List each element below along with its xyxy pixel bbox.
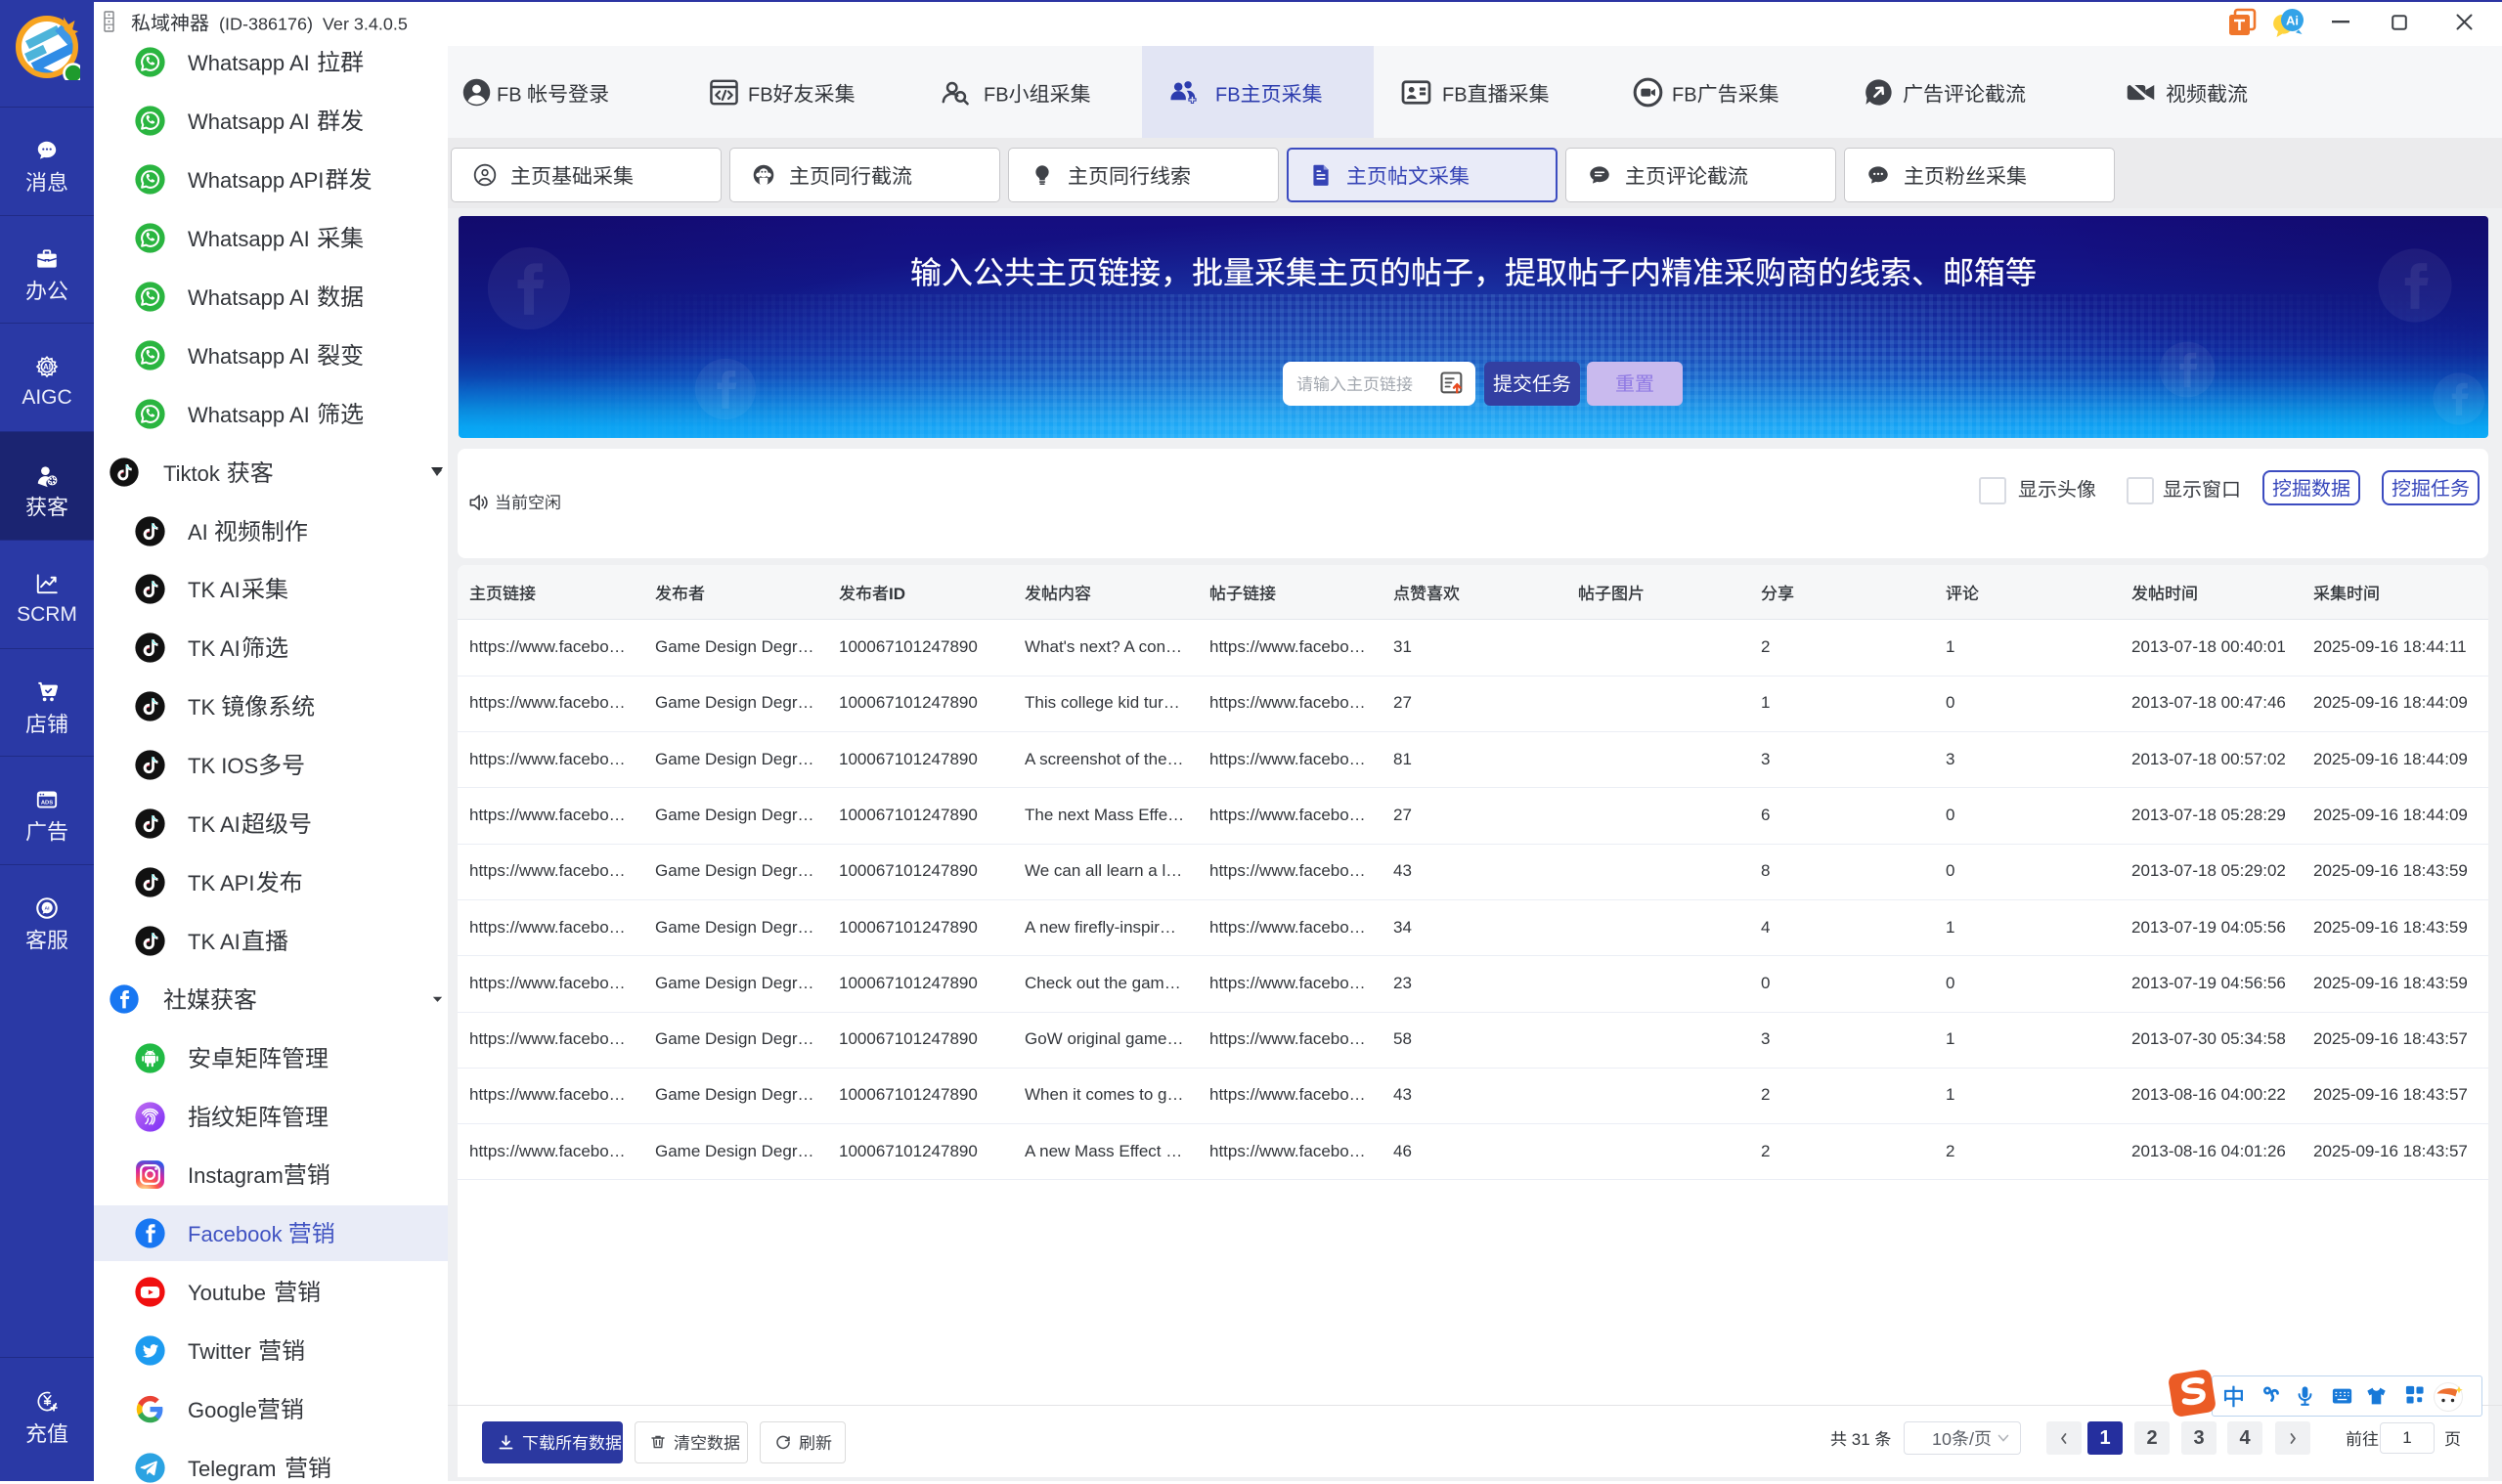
svg-text:(ID-386176) Ver 3.4.0.5: (ID-386176) Ver 3.4.0.5 [209,15,408,34]
svg-text:Tiktok: Tiktok [163,461,226,486]
svg-text:31: 31 [1847,1429,1874,1448]
svg-text:AI: AI [43,363,51,371]
svg-text:FB: FB [497,84,527,106]
svg-text:Instagram: Instagram [188,1164,284,1189]
svg-text:ADS: ADS [41,801,53,807]
svg-text:Whatsapp AI: Whatsapp AI [188,51,316,75]
svg-text:Facebook: Facebook [188,1222,288,1246]
svg-text:Whatsapp API: Whatsapp API [188,168,324,193]
svg-text:10: 10 [1932,1429,1952,1449]
svg-text:TK IOS: TK IOS [188,754,258,778]
svg-text:FB: FB [1672,84,1697,106]
svg-text:Google: Google [188,1398,257,1422]
svg-text:TK AI: TK AI [188,579,241,603]
svg-text:Youtube: Youtube [188,1281,272,1305]
svg-text:Twitter: Twitter [188,1339,257,1364]
svg-text:AI: AI [188,520,214,545]
svg-text:Ai: Ai [2286,14,2299,28]
svg-text:TK AI: TK AI [188,812,241,837]
svg-text:TK AI: TK AI [188,930,241,954]
svg-text:Whatsapp AI: Whatsapp AI [188,227,316,251]
svg-text:ID: ID [889,584,905,602]
svg-text:TK: TK [188,695,221,720]
svg-text:Whatsapp AI: Whatsapp AI [188,285,316,310]
svg-text:FB: FB [1215,84,1241,106]
svg-text:Whatsapp AI: Whatsapp AI [188,403,316,427]
svg-text:Whatsapp AI: Whatsapp AI [188,344,316,369]
svg-text:/: / [1969,1429,1974,1449]
svg-text:Telegram: Telegram [188,1457,283,1481]
svg-text:FB: FB [748,84,773,106]
svg-text:TK AI: TK AI [188,636,241,661]
svg-text:AI: AI [45,905,51,911]
svg-text:TK API: TK API [188,871,254,895]
svg-text:FB: FB [984,84,1009,106]
svg-text:Whatsapp AI: Whatsapp AI [188,109,316,134]
svg-text:FB: FB [1442,84,1468,106]
